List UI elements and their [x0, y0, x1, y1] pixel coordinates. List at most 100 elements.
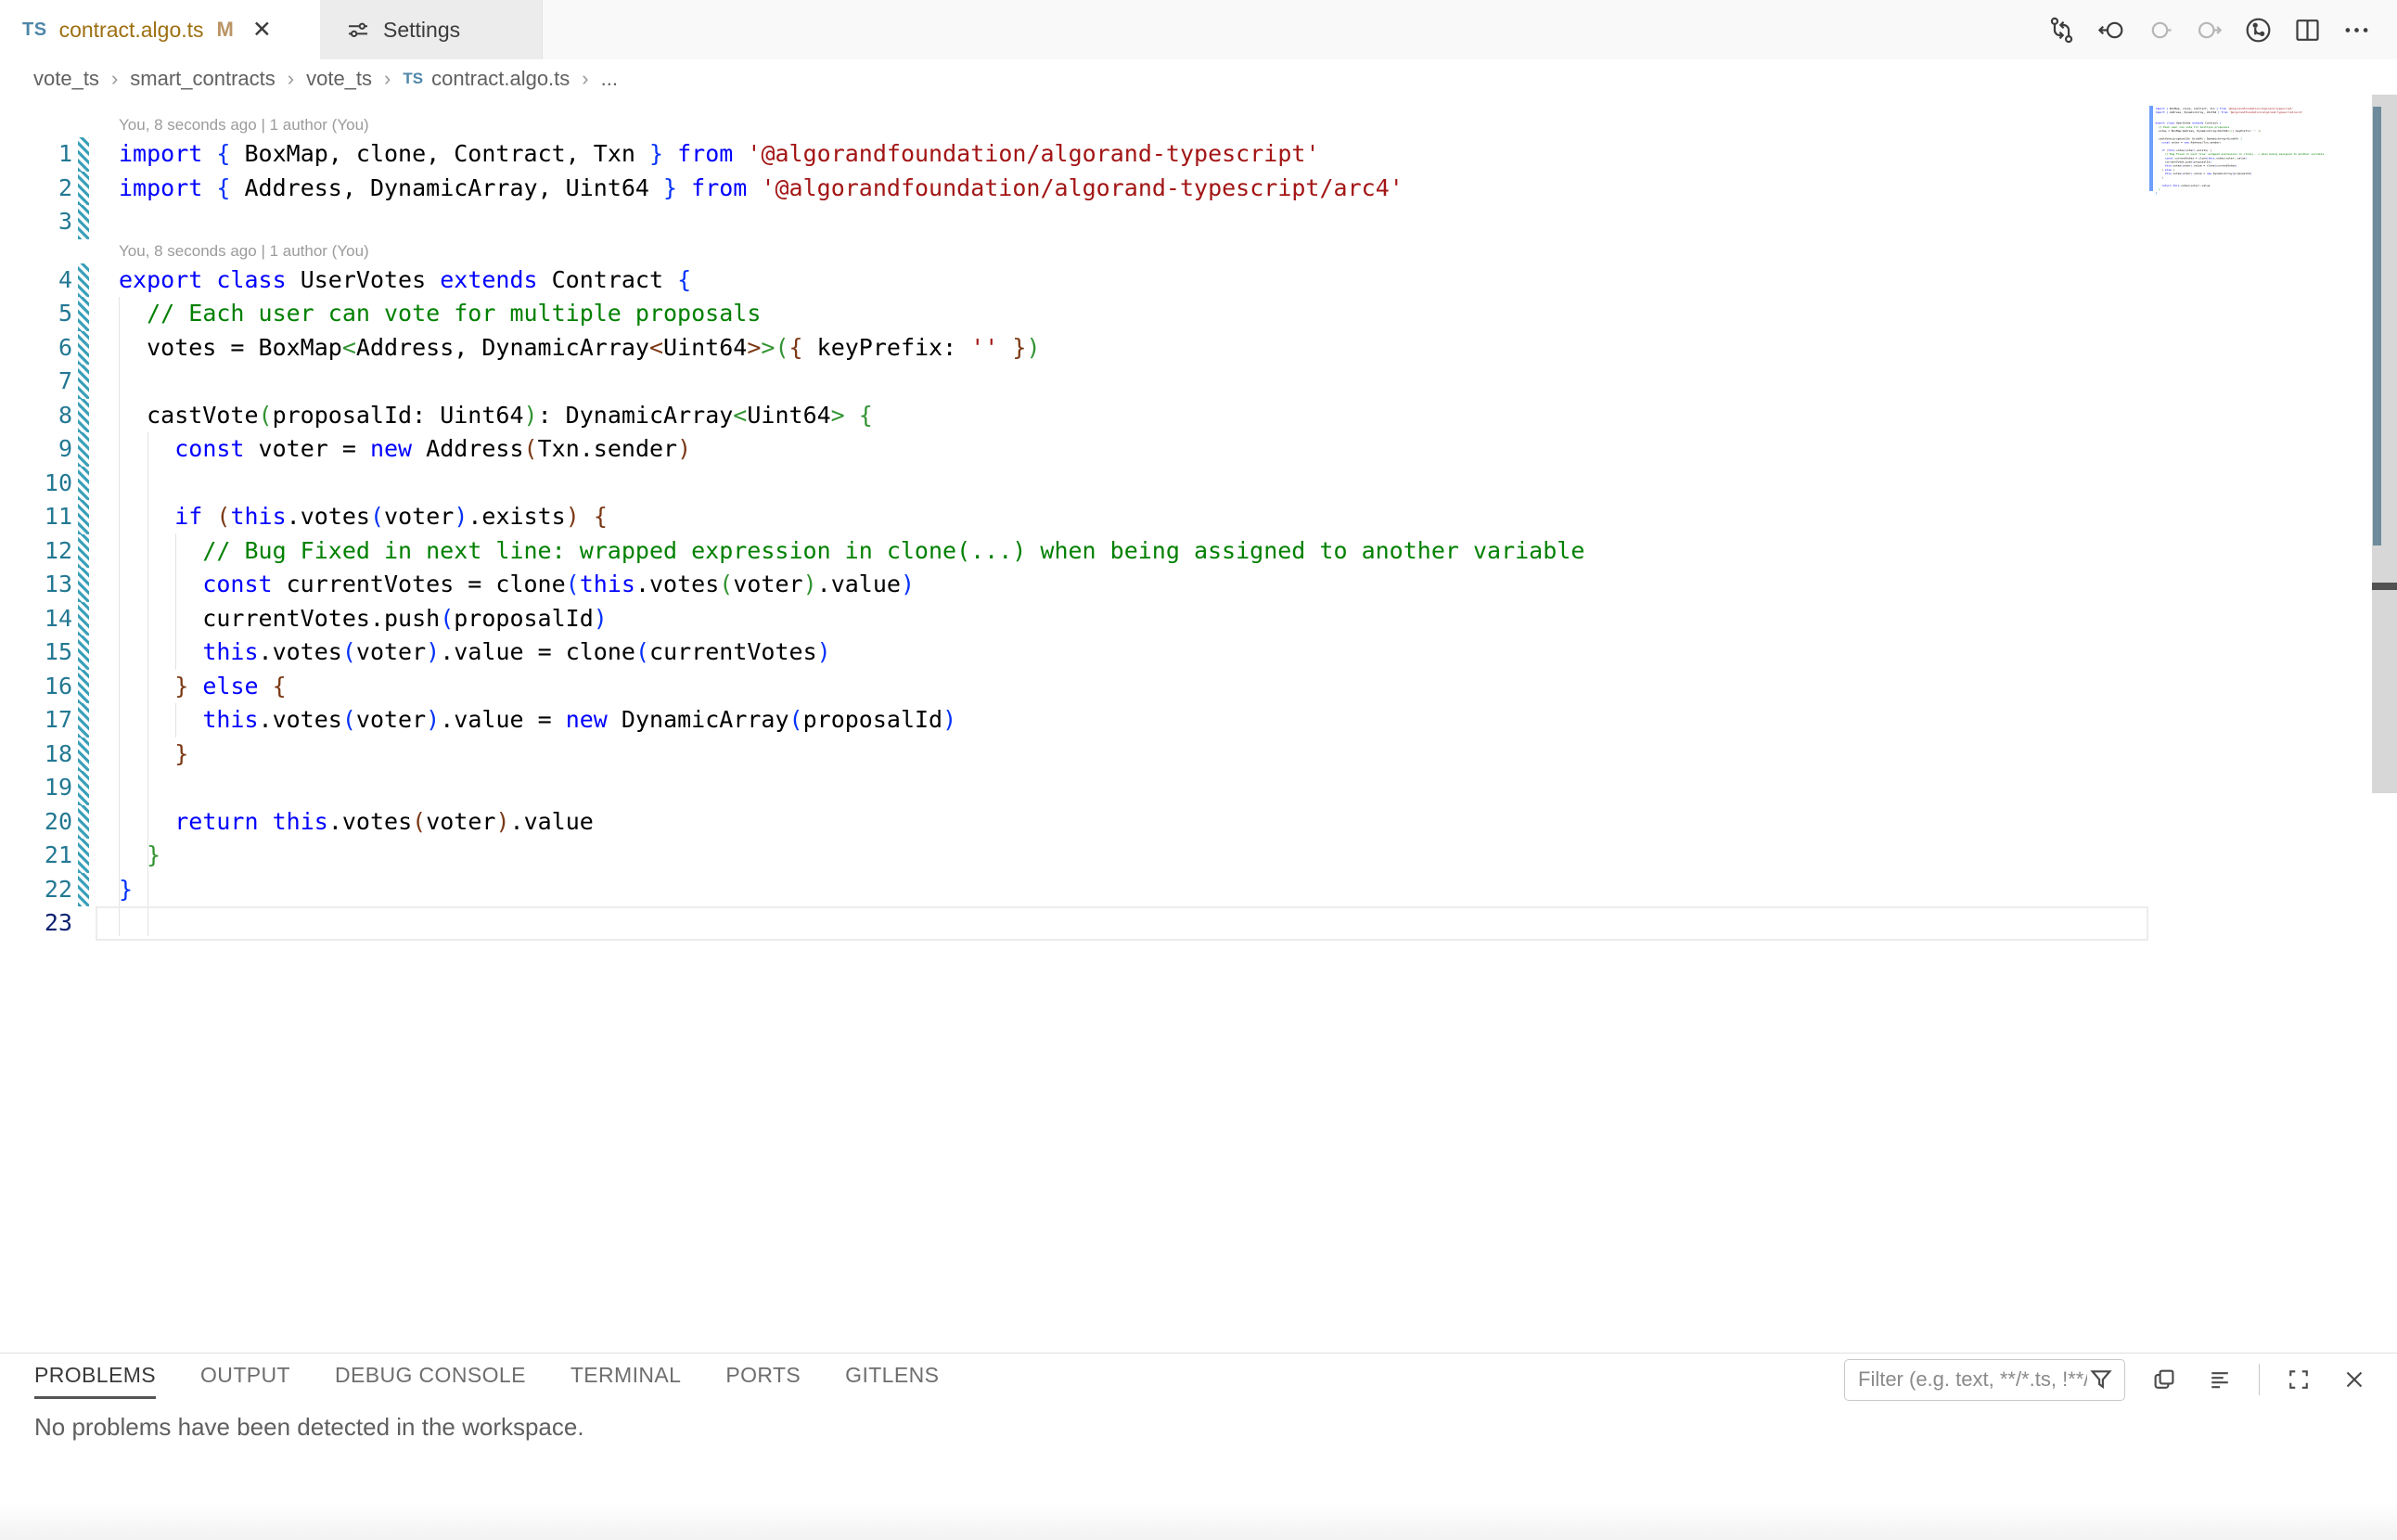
code-text: } — [119, 738, 188, 772]
code-text: return this.votes(voter).value — [119, 805, 594, 840]
git-added-gutter-marker — [78, 568, 89, 602]
breadcrumb-item[interactable]: vote_ts — [33, 67, 99, 91]
code-line-11[interactable]: 11 if (this.votes(voter).exists) { — [0, 500, 2397, 534]
line-number[interactable]: 5 — [0, 297, 72, 331]
line-number[interactable]: 20 — [0, 805, 72, 840]
code-line-21[interactable]: 21 } — [0, 839, 2397, 873]
git-added-gutter-marker — [78, 467, 89, 501]
line-number[interactable]: 3 — [0, 205, 72, 239]
code-line-15[interactable]: 15 this.votes(voter).value = clone(curre… — [0, 635, 2397, 670]
gitlens-blame-annotation[interactable]: You, 8 seconds ago | 1 author (You) — [0, 113, 2397, 137]
toolbar-separator — [2259, 1364, 2260, 1395]
overview-ruler-cursor-marker — [2372, 583, 2397, 590]
code-line-12[interactable]: 12 // Bug Fixed in next line: wrapped ex… — [0, 534, 2397, 569]
maximize-panel-icon[interactable] — [2282, 1363, 2315, 1396]
line-number[interactable]: 13 — [0, 568, 72, 602]
panel-tab-terminal[interactable]: TERMINAL — [570, 1363, 682, 1399]
code-line-14[interactable]: 14 currentVotes.push(proposalId) — [0, 602, 2397, 636]
git-added-gutter-marker — [78, 805, 89, 840]
panel-tab-ports[interactable]: PORTS — [725, 1363, 801, 1399]
git-added-gutter-marker — [78, 297, 89, 331]
code-line-20[interactable]: 20 return this.votes(voter).value — [0, 805, 2397, 840]
panel-tab-debug-console[interactable]: DEBUG CONSOLE — [335, 1363, 526, 1399]
code-text: import { Address, DynamicArray, Uint64 }… — [119, 172, 1404, 206]
line-number[interactable]: 18 — [0, 738, 72, 772]
line-number[interactable]: 2 — [0, 172, 72, 206]
line-number[interactable]: 8 — [0, 399, 72, 433]
breadcrumb-item[interactable]: contract.algo.ts — [431, 67, 570, 91]
code-line-16[interactable]: 16 } else { — [0, 670, 2397, 704]
code-line-13[interactable]: 13 const currentVotes = clone(this.votes… — [0, 568, 2397, 602]
line-number[interactable]: 15 — [0, 635, 72, 670]
line-number[interactable]: 9 — [0, 432, 72, 467]
code-line-4[interactable]: 4 export class UserVotes extends Contract… — [0, 263, 2397, 298]
open-changes-icon[interactable] — [2045, 13, 2078, 46]
line-number[interactable]: 19 — [0, 771, 72, 805]
view-as-table-icon[interactable] — [2147, 1363, 2181, 1396]
collapse-all-icon[interactable] — [2203, 1363, 2237, 1396]
git-added-gutter-marker — [78, 399, 89, 433]
code-line-8[interactable]: 8 castVote(proposalId: Uint64): DynamicA… — [0, 399, 2397, 433]
line-number[interactable]: 12 — [0, 534, 72, 569]
code-line-18[interactable]: 18 } — [0, 738, 2397, 772]
tab-contract-algo-ts[interactable]: TS contract.algo.ts M ✕ — [0, 0, 320, 59]
line-number[interactable]: 10 — [0, 467, 72, 501]
code-line-22[interactable]: 22} — [0, 873, 2397, 907]
chevron-right-icon: › — [111, 67, 118, 91]
code-line-3: 3 — [2155, 114, 2345, 118]
line-number[interactable]: 16 — [0, 670, 72, 704]
code-text: const voter = new Address(Txn.sender) — [119, 432, 691, 467]
code-line-23[interactable]: 23 — [0, 906, 2397, 941]
code-line-1[interactable]: 1import { BoxMap, clone, Contract, Txn }… — [0, 137, 2397, 172]
scrollbar-thumb[interactable] — [2372, 95, 2397, 793]
code-editor[interactable]: You, 8 seconds ago | 1 author (You)1impo… — [0, 97, 2397, 941]
gitlens-blame-annotation[interactable]: You, 8 seconds ago | 1 author (You) — [0, 239, 2397, 263]
line-number[interactable]: 22 — [0, 873, 72, 907]
git-added-gutter-marker — [78, 432, 89, 467]
tab-settings[interactable]: Settings — [320, 0, 543, 59]
close-icon[interactable]: ✕ — [252, 19, 272, 42]
code-text: this.votes(voter).value = new DynamicArr… — [119, 703, 956, 738]
line-number[interactable]: 21 — [0, 839, 72, 873]
code-line-3[interactable]: 3 — [0, 205, 2397, 239]
breadcrumb-item[interactable]: smart_contracts — [130, 67, 276, 91]
code-text: votes = BoxMap<Address, DynamicArray<Uin… — [119, 331, 1041, 366]
more-actions-icon[interactable] — [2339, 13, 2373, 46]
line-number[interactable]: 7 — [0, 365, 72, 399]
filter-input[interactable] — [1858, 1367, 2087, 1392]
line-number[interactable]: 23 — [0, 906, 72, 941]
code-line-19[interactable]: 19 — [0, 771, 2397, 805]
code-line-10[interactable]: 10 — [0, 467, 2397, 501]
breadcrumb-item[interactable]: ... — [601, 67, 618, 91]
panel-tab-output[interactable]: OUTPUT — [200, 1363, 290, 1399]
code-line-6[interactable]: 6 votes = BoxMap<Address, DynamicArray<U… — [0, 331, 2397, 366]
previous-change-icon[interactable] — [2094, 13, 2127, 46]
code-line-5[interactable]: 5 // Each user can vote for multiple pro… — [0, 297, 2397, 331]
commit-graph-icon[interactable] — [2241, 13, 2275, 46]
code-line-7[interactable]: 7 — [0, 365, 2397, 399]
code-line-17[interactable]: 17 this.votes(voter).value = new Dynamic… — [0, 703, 2397, 738]
split-editor-icon[interactable] — [2290, 13, 2324, 46]
close-panel-icon[interactable] — [2338, 1363, 2371, 1396]
panel-tab-problems[interactable]: PROBLEMS — [34, 1363, 156, 1399]
line-number[interactable]: 4 — [0, 263, 72, 298]
panel-tab-gitlens[interactable]: GITLENS — [845, 1363, 939, 1399]
code-text: export class UserVotes extends Contract … — [119, 263, 691, 298]
code-line-2[interactable]: 2 import { Address, DynamicArray, Uint64 … — [0, 172, 2397, 206]
line-number[interactable]: 17 — [0, 703, 72, 738]
line-number[interactable]: 11 — [0, 500, 72, 534]
code-line-9[interactable]: 9 const voter = new Address(Txn.sender) — [0, 432, 2397, 467]
previous-diff-icon[interactable] — [2143, 13, 2176, 46]
next-diff-icon[interactable] — [2192, 13, 2225, 46]
git-added-gutter-marker — [78, 839, 89, 873]
editor-scrollbar[interactable] — [2372, 0, 2397, 1353]
annotation-text: You, 8 seconds ago | 1 author (You) — [119, 239, 369, 263]
line-number[interactable]: 1 — [0, 137, 72, 172]
minimap[interactable]: You, 8 seconds ago | 1 author (You)1impo… — [2149, 104, 2355, 327]
git-added-gutter-marker — [78, 873, 89, 907]
problems-filter[interactable] — [1844, 1359, 2125, 1401]
line-number[interactable]: 6 — [0, 331, 72, 366]
breadcrumb-item[interactable]: vote_ts — [306, 67, 372, 91]
git-added-gutter-marker — [78, 738, 89, 772]
line-number[interactable]: 14 — [0, 602, 72, 636]
